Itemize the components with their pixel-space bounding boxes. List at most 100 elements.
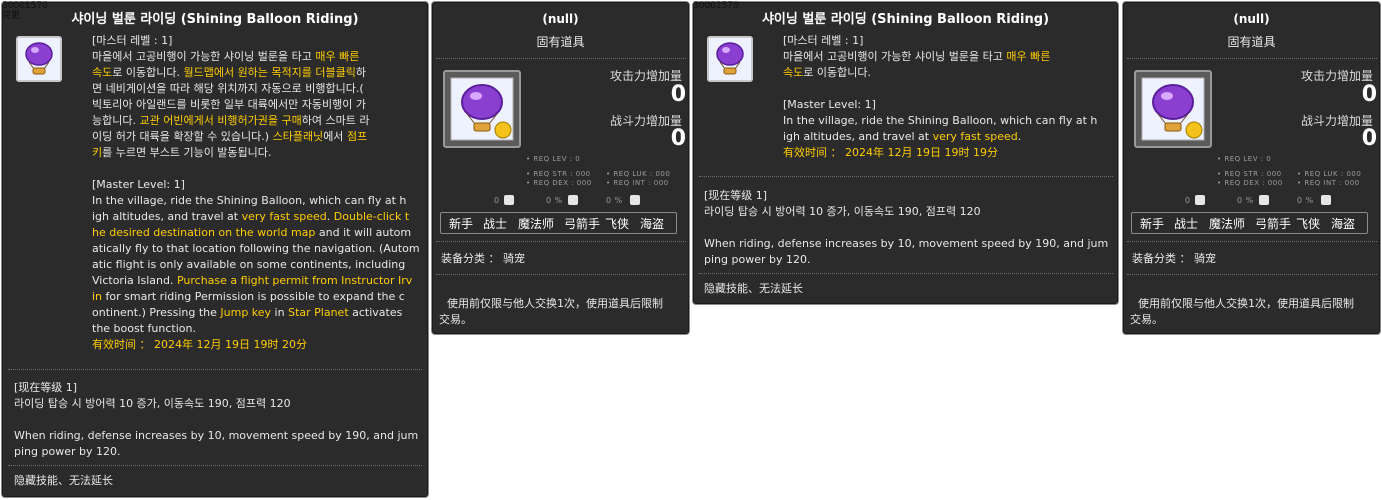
skill-icon-frame [707,36,753,82]
divider [436,241,686,242]
description-text: 마을에서 고공비행이 가능한 샤이닝 벌룬을 타고 [783,50,1007,63]
description-line: 키를 누르면 부스트 기능이 발동됩니다. [92,145,420,161]
skill-title: 샤이닝 벌룬 라이딩 (Shining Balloon Riding) [71,12,359,27]
description-line: in for smart riding Permission is possib… [92,289,420,305]
divider [1127,241,1377,242]
description-text: In the village, ride the Shining Balloon… [783,114,1098,127]
highlight-text: Jump key [220,306,272,319]
description-text: 로 이동합니다. [112,66,184,79]
description-text: 하 [355,66,367,79]
highlight-text: Star Planet [288,306,349,319]
job-thief: 飞侠 [605,217,630,231]
description-line: In the village, ride the Shining Balloon… [783,113,1097,129]
description-line: 빅토리아 아일랜드를 비롯한 일부 대륙에서만 자동비행이 가 [92,97,420,113]
description-line: atic flight is only available on some co… [92,257,420,273]
divider [699,176,1113,177]
divider [1127,274,1377,275]
highlight-text: in [92,290,103,303]
description-text: 에서 [323,130,347,143]
stat-pct-1: 0 [1185,196,1191,205]
divider [8,465,422,466]
description-line: he desired destination on the world map … [92,225,420,241]
description-text: [Master Level: 1] [783,98,876,111]
divider [1127,58,1377,59]
trade-note-2: 交易。 [1130,313,1163,326]
item-subtitle: 固有道具 [1227,35,1276,49]
current-level-header: [现在等级 1] [14,381,78,394]
job-beginner: 新手 [449,217,474,231]
highlight-text: 有效时间 ： 2024年 12月 19日 19时 19分 [783,146,998,159]
balloon-icon [18,38,60,80]
description-line: Victoria Island. Purchase a flight permi… [92,273,420,289]
job-warrior: 战士 [1174,217,1199,231]
equip-category: 装备分类 ： 骑宠 [1132,252,1216,265]
trade-note-1: 使用前仅限与他人交换1次，使用道具后限制 [1138,297,1354,310]
current-level-en-1: When riding, defense increases by 10, mo… [14,429,419,442]
current-level-kr: 라이딩 탑승 시 방어력 10 증가, 이동속도 190, 점프력 120 [14,397,291,410]
current-level-en-1: When riding, defense increases by 10, mo… [704,237,1109,250]
description-text: and it will autom [315,226,412,239]
req-str: • REQ STR : 000 [1217,170,1282,178]
description-text: 빅토리아 아일랜드를 비롯한 일부 대륙에서만 자동비행이 가 [92,98,366,111]
highlight-text: he desired destination on the world map [92,226,316,239]
helmet-icon [568,195,578,205]
skill-description: [마스터 레벨 : 1] 마을에서 고공비행이 가능한 샤이닝 벌룬을 타고 매우… [783,33,1097,161]
gear-icon [1195,195,1205,205]
description-text: ontinent.) Pressing the [92,306,221,319]
item-icon-frame [1134,70,1212,148]
divider [8,369,422,370]
description-text: igh altitudes, and travel at [783,130,933,143]
description-text: 이딩 허가 대륙을 확장할 수 있습니다.) [92,130,273,143]
description-line: In the village, ride the Shining Balloon… [92,193,420,209]
equip-category: 装备分类 ： 骑宠 [441,252,525,265]
helmet-icon [1259,195,1269,205]
req-int: • REQ INT : 000 [1297,179,1360,187]
highlight-text: 스타플래닛 [272,130,324,143]
item-icon-frame [443,70,521,148]
description-text: atically fly to that location following … [92,242,420,255]
description-text: . [1017,130,1022,143]
highlight-text: 키 [92,146,103,159]
item-subtitle: 固有道具 [536,35,585,49]
highlight-text: very fast speed [932,130,1018,143]
description-text: [마스터 레벨 : 1] [783,34,864,47]
highlight-text: 교관 어빈에게서 비행허가권을 구매 [139,114,302,127]
description-line: 속도로 이동합니다. [783,65,1097,81]
power-increase-value: 0 [1361,126,1377,151]
description-text: [Master Level: 1] [92,178,185,191]
highlight-text: 有效时间 ： 2024年 12月 19日 19时 20分 [92,338,307,351]
highlight-text: Purchase a flight permit from Instructor… [176,274,413,287]
req-lev: • REQ LEV : 0 [1217,155,1272,163]
req-luk: • REQ LUK : 000 [606,170,671,178]
job-warrior: 战士 [483,217,508,231]
description-line: 有效时间 ： 2024年 12月 19日 19时 19分 [783,145,1097,161]
description-text: for smart riding Permission is possible … [102,290,405,303]
description-text: 능합니다. [92,114,140,127]
description-text: Victoria Island. [92,274,177,287]
skill-description: [마스터 레벨 : 1] 마을에서 고공비행이 가능한 샤이닝 벌룬을 타고 매우… [92,33,420,353]
description-line: [Master Level: 1] [783,97,1097,113]
job-archer: 弓箭手 [1255,217,1292,231]
description-text: atic flight is only available on some co… [92,258,406,271]
description-line: 이딩 허가 대륙을 확장할 수 있습니다.) 스타플래닛에서 점프 [92,129,420,145]
description-text: the boost function. [92,322,196,335]
description-line: the boost function. [92,321,420,337]
attack-increase-value: 0 [1361,82,1377,107]
current-level-en-2: ping power by 120. [14,445,121,458]
description-text: [마스터 레벨 : 1] [92,34,173,47]
description-line: atically fly to that location following … [92,241,420,257]
description-text: In the village, ride the Shining Balloon… [92,194,407,207]
description-text: igh altitudes, and travel at [92,210,242,223]
description-text: activates [348,306,403,319]
highlight-text: very fast speed [241,210,327,223]
highlight-text: 속도 [783,66,804,79]
footer-note: 隐藏技能、无法延长 [704,282,803,295]
highlight-text: 매우 빠른 [1006,50,1051,63]
description-line [92,161,420,177]
job-magician: 魔法师 [518,217,555,231]
description-line: [마스터 레벨 : 1] [92,33,420,49]
highlight-text: 속도 [92,66,113,79]
req-lev: • REQ LEV : 0 [526,155,581,163]
highlight-text: 매우 빠른 [315,50,360,63]
highlight-text: 점프 [346,130,368,143]
